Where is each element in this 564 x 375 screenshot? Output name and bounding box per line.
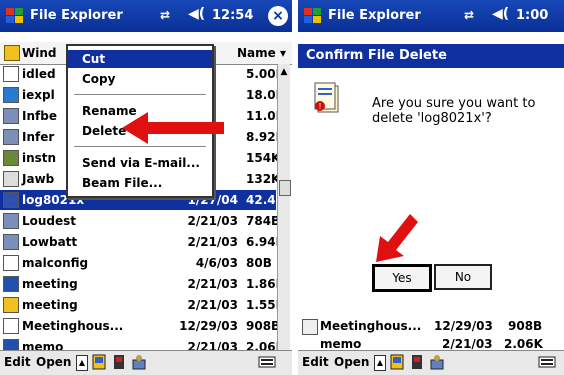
dialog-title-bar: Confirm File Delete — [298, 44, 564, 68]
scroll-up-icon[interactable]: ▲ — [278, 66, 290, 78]
menu-item-send-email[interactable]: Send via E-mail... — [82, 156, 200, 170]
file-date: 2/21/03 — [187, 214, 238, 228]
doc-icon — [3, 255, 19, 271]
list-item[interactable]: memo 2/21/03 2.06K — [298, 336, 552, 350]
file-name: Lowbatt — [22, 235, 78, 249]
file-date: 2/21/03 — [187, 277, 238, 291]
edit-menu[interactable]: Edit — [302, 355, 329, 369]
table-row[interactable]: Loudest 2/21/03 784B — [0, 211, 280, 231]
scroll-thumb[interactable] — [279, 180, 291, 196]
table-row[interactable]: meeting 2/21/03 1.86K — [0, 274, 285, 294]
file-name: Infbe — [22, 109, 57, 123]
storage-card-icon[interactable] — [410, 354, 424, 370]
network-icon[interactable] — [430, 354, 444, 370]
connectivity-icon[interactable]: ⇄ — [464, 8, 474, 22]
folder-dropdown[interactable]: Wind — [22, 46, 56, 60]
file-size: 908B — [246, 319, 281, 333]
folder-doc-icon — [3, 297, 19, 313]
file-size: 154K — [246, 151, 281, 165]
file-name: Jawb — [22, 172, 55, 186]
file-date: 2/21/03 — [187, 235, 238, 249]
file-explorer-screen: File Explorer ⇄ ◀( 12:54 × Wind Name ▾ i… — [0, 0, 292, 375]
no-button[interactable]: No — [434, 264, 492, 290]
sound-icon — [3, 129, 19, 145]
up-arrow-icon[interactable]: ▲ — [76, 355, 88, 371]
menu-separator — [74, 94, 206, 95]
file-name: instn — [22, 151, 57, 165]
jawbreaker-icon — [3, 171, 19, 187]
file-name: Loudest — [22, 214, 77, 228]
sort-dropdown[interactable]: Name ▾ — [237, 46, 286, 60]
menu-item-copy[interactable]: Copy — [82, 72, 115, 86]
confirm-dialog: ! Are you sure you want to delete 'log80… — [298, 68, 564, 312]
ie-icon — [3, 87, 19, 103]
menu-item-cut[interactable]: Cut — [68, 50, 212, 68]
file-size: 784B — [246, 214, 281, 228]
title-bar: File Explorer ⇄ ◀( 1:00 — [298, 0, 564, 32]
confirm-message: Are you sure you want to delete 'log8021… — [372, 96, 536, 126]
close-button[interactable]: × — [268, 6, 288, 26]
open-menu[interactable]: Open — [36, 355, 71, 369]
clock[interactable]: 1:00 — [516, 8, 548, 23]
clock[interactable]: 12:54 — [212, 8, 253, 23]
sound-icon — [3, 213, 19, 229]
up-arrow-icon[interactable]: ▲ — [374, 355, 386, 371]
file-size: 132K — [246, 172, 281, 186]
sound-icon — [3, 108, 19, 124]
file-icon — [3, 66, 19, 82]
scrollbar[interactable]: ▲ — [277, 64, 291, 360]
edit-menu[interactable]: Edit — [4, 355, 31, 369]
doc-icon — [3, 318, 19, 334]
log-icon — [3, 192, 19, 208]
list-item[interactable]: Meetinghous... 12/29/03 908B — [298, 317, 552, 335]
file-name: Meetinghous... — [22, 319, 124, 333]
volume-icon[interactable]: ◀( — [188, 6, 205, 22]
file-name: iexpl — [22, 88, 55, 102]
warning-document-icon: ! — [314, 82, 339, 113]
red-arrow-icon — [376, 214, 418, 262]
windows-start-icon[interactable] — [4, 5, 26, 27]
windows-start-icon[interactable] — [302, 5, 324, 27]
file-name: idled — [22, 67, 56, 81]
file-date: 12/29/03 — [179, 319, 238, 333]
table-row[interactable]: Meetinghous... 12/29/03 908B — [0, 316, 280, 336]
install-icon — [3, 150, 19, 166]
menu-item-beam-file[interactable]: Beam File... — [82, 176, 162, 190]
file-date: 4/6/03 — [195, 256, 238, 270]
connectivity-icon[interactable]: ⇄ — [160, 8, 170, 22]
menu-separator — [74, 146, 206, 147]
menu-item-delete[interactable]: Delete — [82, 124, 126, 138]
sound-icon — [3, 234, 19, 250]
table-row[interactable]: meeting 2/21/03 1.55K — [0, 295, 285, 315]
volume-icon[interactable]: ◀( — [492, 6, 509, 22]
storage-card-icon[interactable] — [112, 354, 126, 370]
svg-text:!: ! — [319, 102, 321, 111]
word-icon — [3, 276, 19, 292]
confirm-delete-screen: File Explorer ⇄ ◀( 1:00 Confirm File Del… — [298, 0, 564, 375]
menu-bar: Edit Open ▲ — [0, 350, 292, 375]
app-title: File Explorer — [328, 8, 421, 23]
menu-bar: Edit Open ▲ — [298, 350, 564, 375]
file-name: Infer — [22, 130, 55, 144]
file-name: meeting — [22, 277, 78, 291]
file-size: 80B — [246, 256, 272, 270]
dialog-title: Confirm File Delete — [306, 48, 447, 63]
folder-icon — [4, 45, 20, 61]
title-bar: File Explorer ⇄ ◀( 12:54 × — [0, 0, 292, 32]
file-name: malconfig — [22, 256, 89, 270]
open-menu[interactable]: Open — [334, 355, 369, 369]
table-row[interactable]: malconfig 4/6/03 80B — [0, 253, 276, 273]
network-icon[interactable] — [132, 354, 146, 370]
table-row[interactable]: Lowbatt 2/21/03 6.94K — [0, 232, 285, 252]
app-title: File Explorer — [30, 8, 123, 23]
red-arrow-icon — [122, 112, 224, 144]
yes-button[interactable]: Yes — [372, 264, 432, 292]
file-date: 2/21/03 — [187, 298, 238, 312]
file-name: meeting — [22, 298, 78, 312]
folder-view-icon[interactable] — [390, 354, 404, 370]
folder-view-icon[interactable] — [92, 354, 106, 370]
keyboard-icon[interactable] — [538, 354, 556, 370]
keyboard-icon[interactable] — [258, 354, 276, 370]
